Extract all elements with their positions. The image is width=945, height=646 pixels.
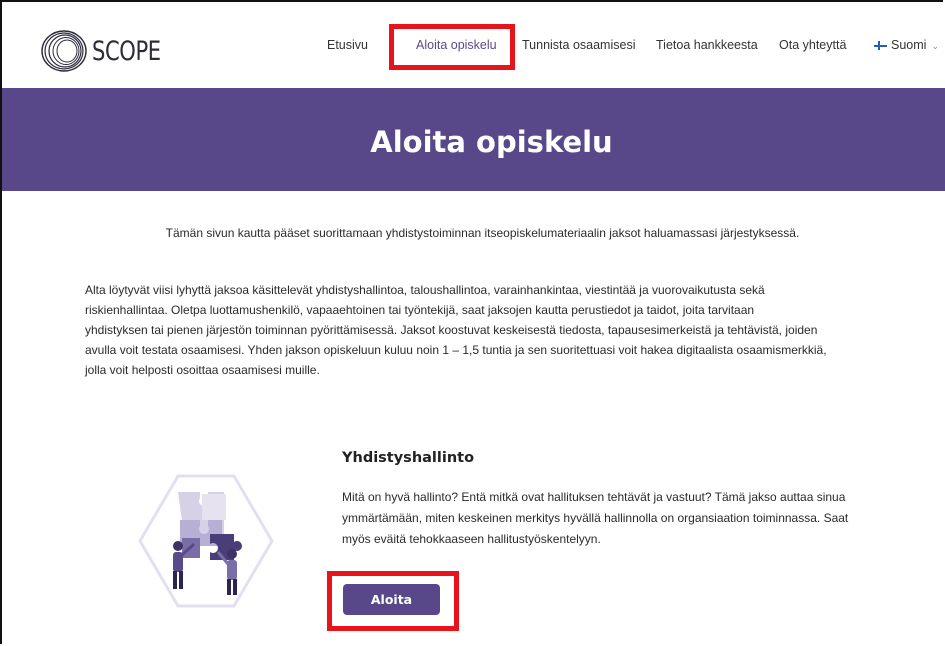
paragraph-line: avulla voit testata osaamisesi. Yhden ja… (85, 343, 827, 357)
section-description: Mitä on hyvä hallinto? Entä mitkä ovat h… (342, 487, 912, 550)
language-label: Suomi (891, 38, 927, 52)
nav-item-etusivu[interactable]: Etusivu (327, 38, 368, 52)
chevron-down-icon: ⌄ (931, 41, 939, 51)
scope-logo-icon (41, 30, 87, 72)
description-paragraph: Alta löytyvät viisi lyhyttä jaksoa käsit… (85, 280, 915, 380)
logo-text: SCOPE (92, 35, 161, 67)
section-description-line: ymmärtämään, miten keskeinen merkitys hy… (342, 511, 849, 525)
nav-item-ota-yhteytta[interactable]: Ota yhteyttä (779, 38, 846, 52)
page-title: Aloita opiskelu (370, 124, 613, 159)
finnish-flag-icon (874, 41, 887, 50)
paragraph-line: yhdistyksen tai pienen järjestön toiminn… (85, 323, 818, 337)
start-button[interactable]: Aloita (343, 584, 440, 615)
nav-item-aloita-opiskelu[interactable]: Aloita opiskelu (416, 38, 497, 52)
paragraph-line: Alta löytyvät viisi lyhyttä jaksoa käsit… (85, 283, 765, 297)
section-title: Yhdistyshallinto (342, 450, 475, 466)
section-description-line: myös eväitä tehokkaaseen hallitustyösken… (342, 532, 601, 546)
paragraph-line: riskienhallintaa. Oletpa luottamushenkil… (85, 303, 755, 317)
intro-text: Tämän sivun kautta pääset suorittamaan y… (165, 226, 800, 240)
site-logo[interactable]: SCOPE (38, 28, 180, 74)
nav-item-tietoa-hankkeesta[interactable]: Tietoa hankkeesta (656, 38, 758, 52)
paragraph-line: jolla voit helposti osoittaa osaamisesi … (85, 363, 320, 377)
language-selector[interactable]: Suomi ⌄ (874, 38, 939, 52)
site-header: SCOPE Etusivu Aloita opiskelu Tunnista o… (2, 2, 945, 88)
hero-banner: Aloita opiskelu (2, 88, 945, 191)
nav-item-tunnista-osaamisesi[interactable]: Tunnista osaamisesi (522, 38, 635, 52)
section-description-line: Mitä on hyvä hallinto? Entä mitkä ovat h… (342, 490, 846, 504)
puzzle-people-hexagon-icon (138, 474, 274, 608)
